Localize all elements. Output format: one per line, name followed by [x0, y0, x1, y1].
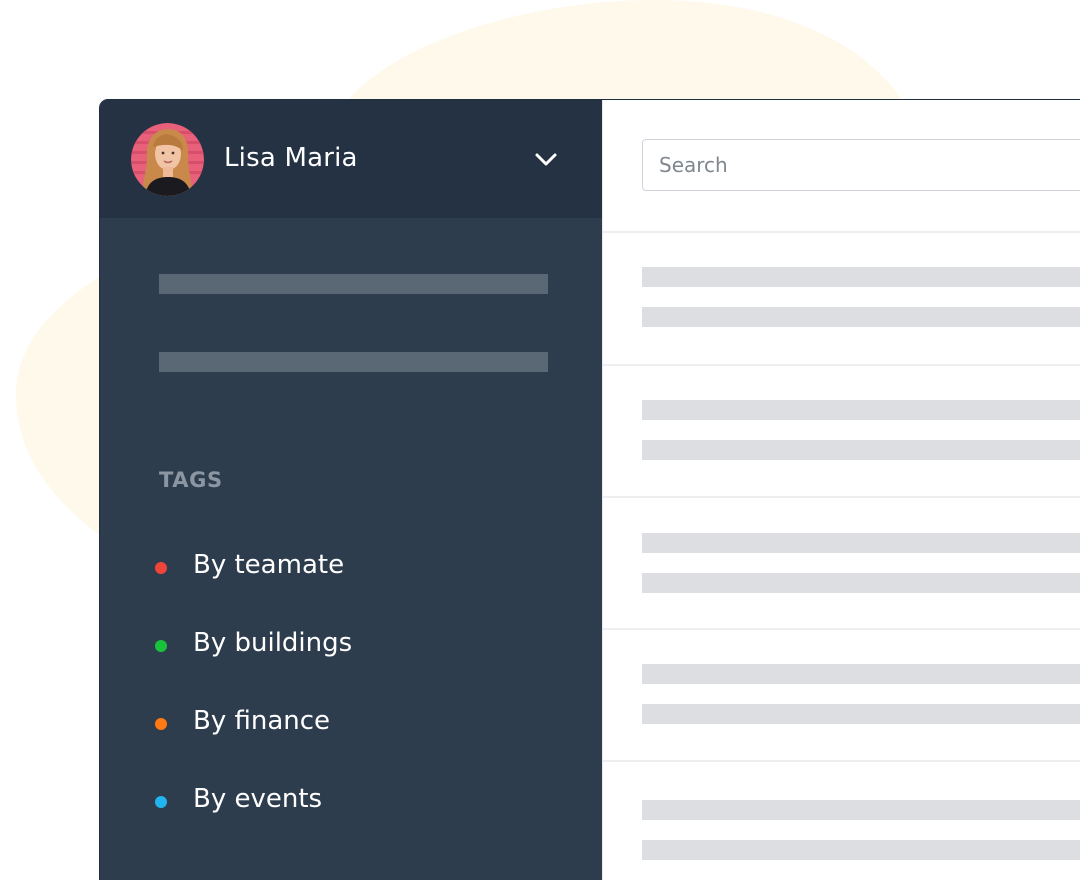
list-item-placeholder-line	[642, 267, 1080, 287]
sidebar: Lisa Maria TAGS By teamate By buildings …	[100, 100, 602, 880]
tag-item-teamate[interactable]: By teamate	[155, 550, 455, 584]
list-item-placeholder-line	[642, 800, 1080, 820]
tag-label: By finance	[193, 706, 331, 736]
avatar-image	[131, 123, 204, 196]
divider	[603, 231, 1080, 233]
list-item-placeholder-line	[642, 533, 1080, 553]
tag-label: By buildings	[193, 628, 353, 658]
list-item-placeholder-line	[642, 400, 1080, 420]
divider	[603, 628, 1080, 630]
tag-dot-icon	[155, 796, 167, 808]
tag-dot-icon	[155, 640, 167, 652]
tag-label: By teamate	[193, 550, 345, 580]
tag-label: By events	[193, 784, 323, 814]
list-item-placeholder-line	[642, 840, 1080, 860]
list-item-placeholder-line	[642, 664, 1080, 684]
divider	[603, 496, 1080, 498]
user-menu[interactable]: Lisa Maria	[100, 100, 602, 218]
sidebar-placeholder-1	[159, 274, 548, 294]
list-item-placeholder-line	[642, 440, 1080, 460]
divider	[603, 760, 1080, 762]
tag-item-buildings[interactable]: By buildings	[155, 628, 455, 662]
chevron-down-icon[interactable]	[532, 148, 560, 172]
tag-dot-icon	[155, 562, 167, 574]
page: Lisa Maria TAGS By teamate By buildings …	[0, 0, 1080, 880]
list-item-placeholder-line	[642, 307, 1080, 327]
tag-item-finance[interactable]: By finance	[155, 706, 455, 740]
list-item-placeholder-line	[642, 573, 1080, 593]
app-window: Lisa Maria TAGS By teamate By buildings …	[100, 100, 1080, 880]
user-name: Lisa Maria	[224, 143, 358, 173]
tags-heading: TAGS	[159, 468, 223, 492]
tag-dot-icon	[155, 718, 167, 730]
avatar[interactable]	[131, 123, 204, 196]
list-item-placeholder-line	[642, 704, 1080, 724]
sidebar-placeholder-2	[159, 352, 548, 372]
tag-item-events[interactable]: By events	[155, 784, 455, 818]
divider	[603, 364, 1080, 366]
search-input[interactable]	[642, 139, 1080, 191]
main-content	[602, 100, 1080, 880]
